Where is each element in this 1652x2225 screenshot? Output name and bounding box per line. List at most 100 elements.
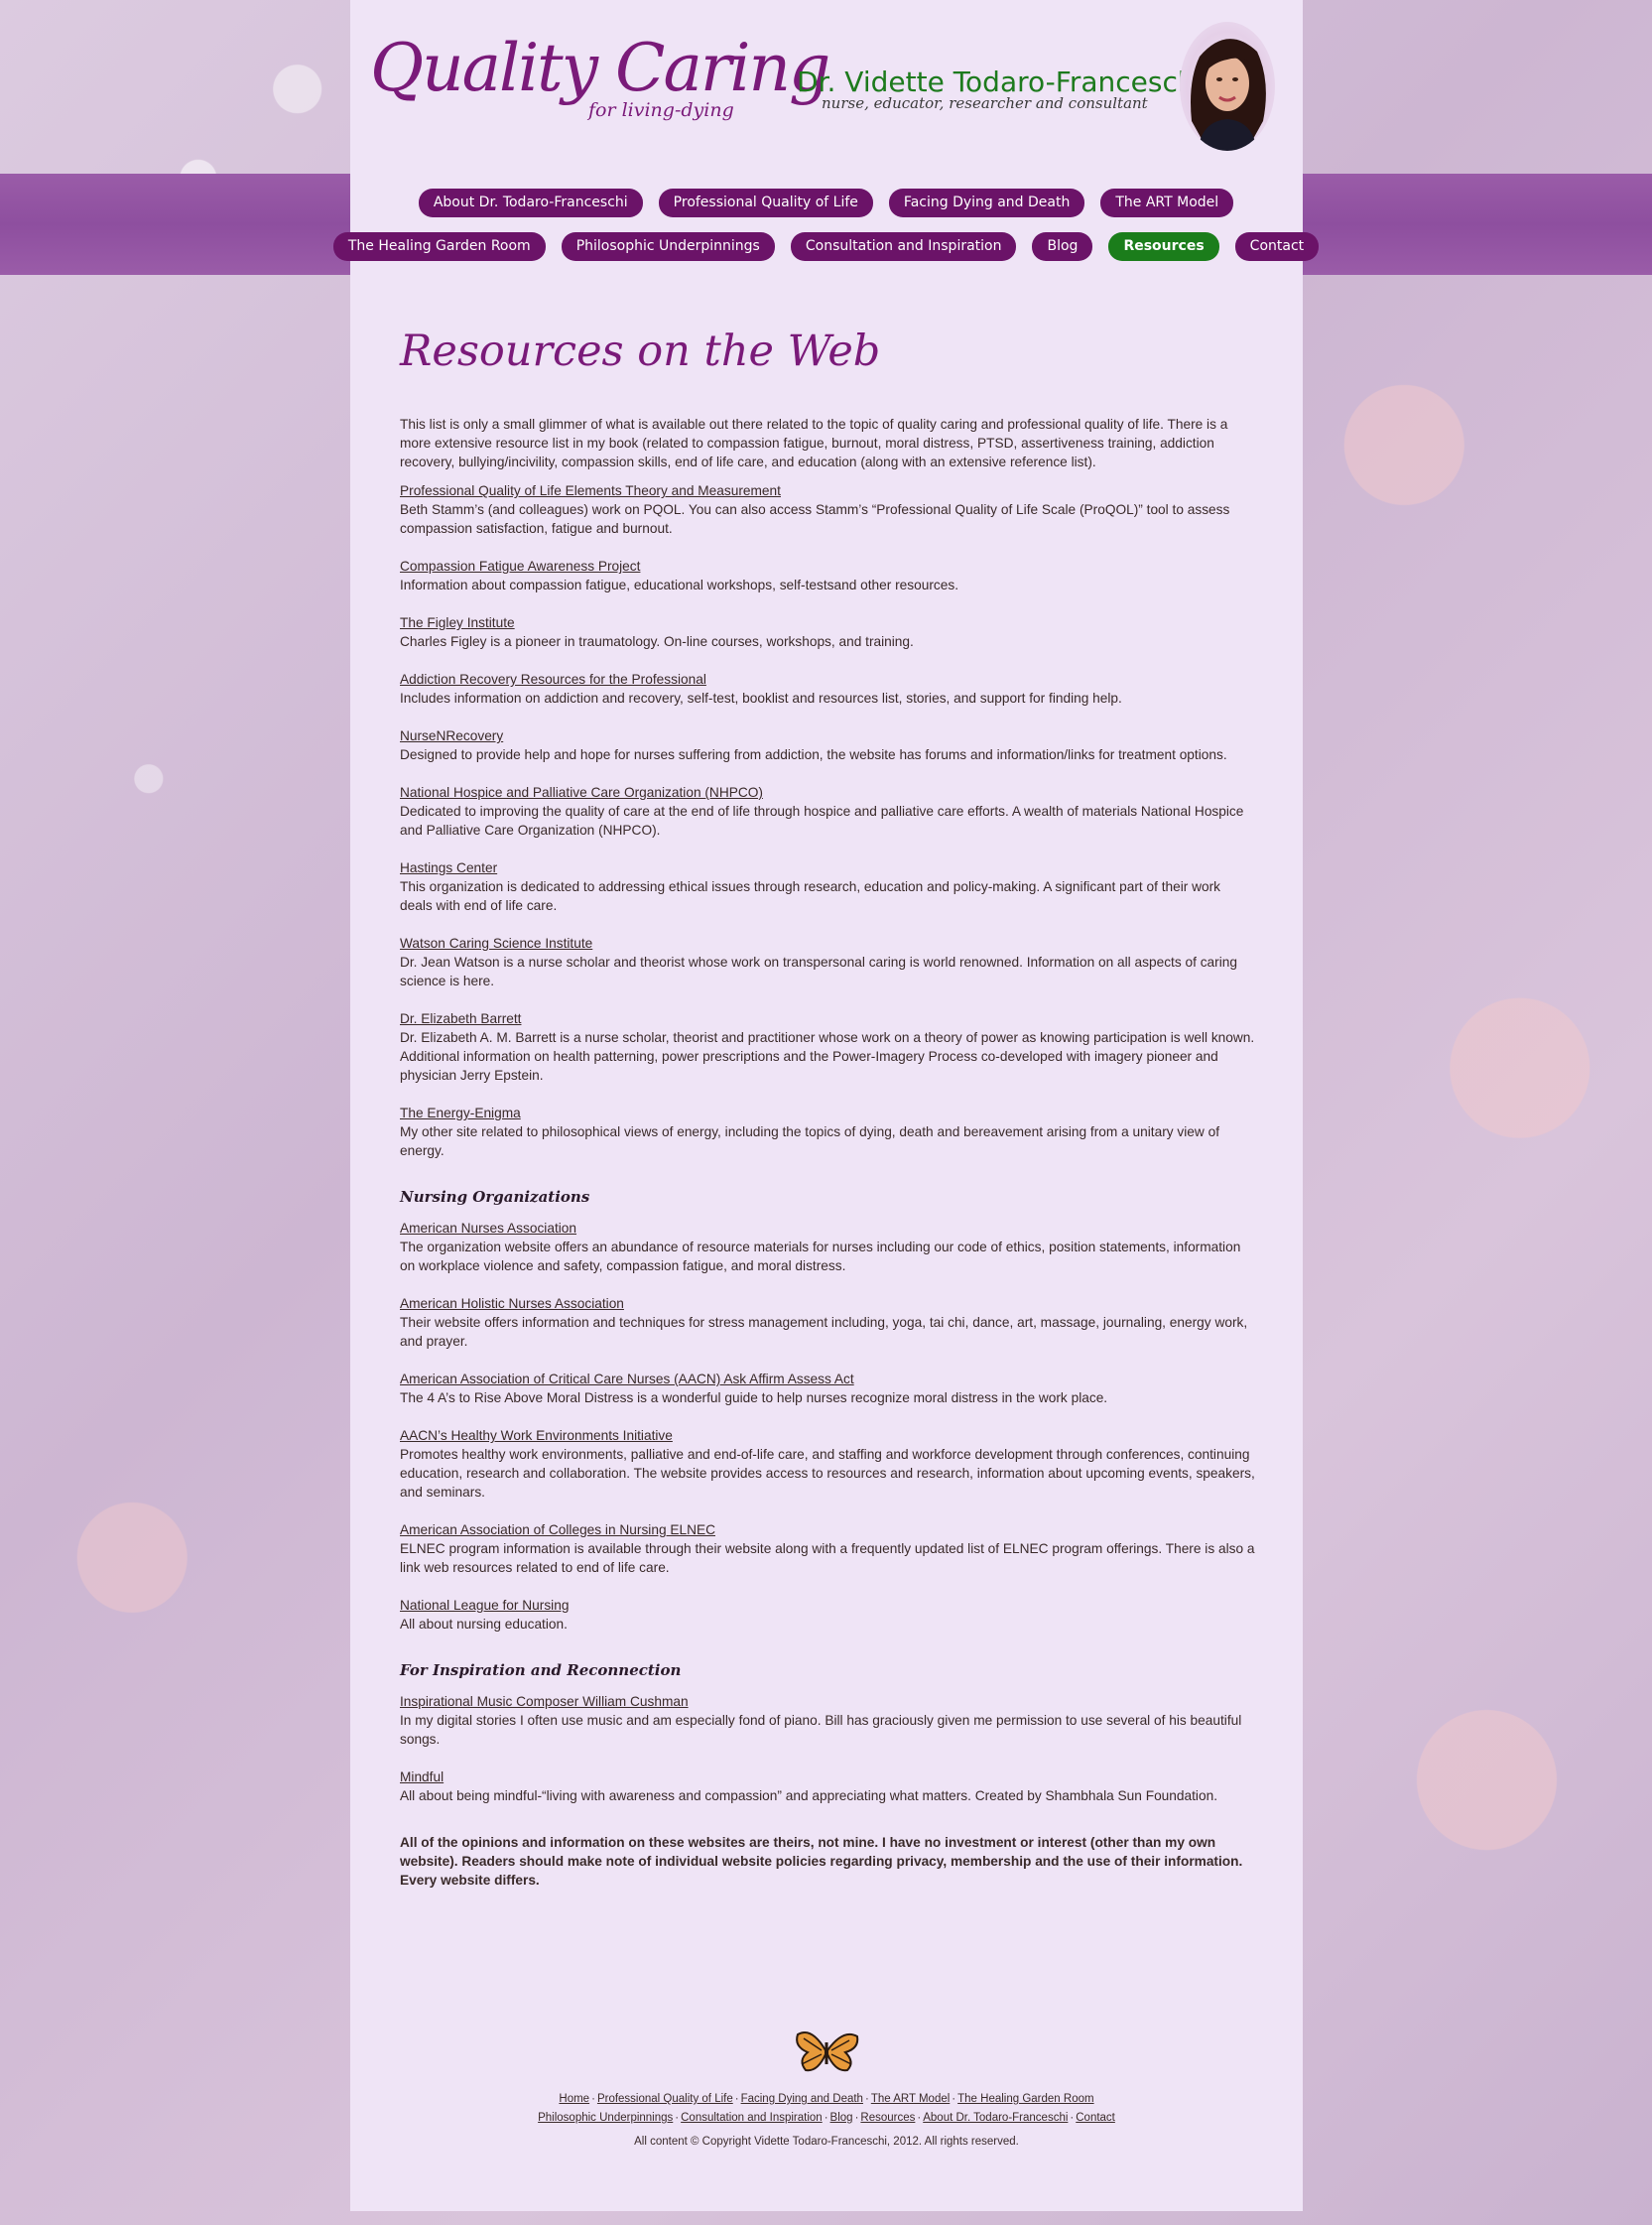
resource-link[interactable]: American Nurses Association [400, 1221, 576, 1236]
resource-link[interactable]: Professional Quality of Life Elements Th… [400, 483, 781, 498]
footer-link-consultation-and-inspiration[interactable]: Consultation and Inspiration [681, 2112, 823, 2124]
list-item: Mindful All about being mindful-“living w… [400, 1767, 1255, 1805]
footer-link-philosophic-underpinnings[interactable]: Philosophic Underpinnings [538, 2112, 673, 2124]
resource-link[interactable]: American Holistic Nurses Association [400, 1296, 624, 1311]
resource-description: Dedicated to improving the quality of ca… [400, 804, 1244, 838]
resource-description: The organization website offers an abund… [400, 1240, 1241, 1273]
footer-separator: · [591, 2093, 595, 2105]
footer-separator: · [1070, 2112, 1075, 2124]
footer-separator: · [864, 2093, 869, 2105]
resource-description: Includes information on addiction and re… [400, 691, 1122, 706]
resource-link[interactable]: National League for Nursing [400, 1598, 569, 1613]
list-item: American Nurses Association The organizat… [400, 1219, 1255, 1275]
resource-link[interactable]: National Hospice and Palliative Care Org… [400, 785, 763, 800]
resource-link[interactable]: Hastings Center [400, 860, 497, 875]
resource-description: This organization is dedicated to addres… [400, 879, 1221, 913]
footer-link-resources[interactable]: Resources [860, 2112, 915, 2124]
resource-link[interactable]: American Association of Critical Care Nu… [400, 1372, 854, 1386]
footer-link-about[interactable]: About Dr. Todaro-Franceschi [923, 2112, 1068, 2124]
resource-link[interactable]: Inspirational Music Composer William Cus… [400, 1694, 689, 1709]
footer-link-blog[interactable]: Blog [830, 2112, 853, 2124]
resource-description: All about being mindful-“living with awa… [400, 1788, 1217, 1803]
nav-philosophic-underpinnings[interactable]: Philosophic Underpinnings [561, 232, 775, 261]
footer-separator: · [917, 2112, 922, 2124]
footer-link-healing-garden-room[interactable]: The Healing Garden Room [957, 2093, 1093, 2105]
list-item: NurseNRecovery Designed to provide help a… [400, 726, 1255, 764]
resource-list: Professional Quality of Life Elements Th… [400, 481, 1255, 1160]
site-logo-title[interactable]: Quality Caring [370, 30, 830, 106]
resource-link[interactable]: Watson Caring Science Institute [400, 936, 592, 951]
resource-link[interactable]: AACN’s Healthy Work Environments Initiat… [400, 1428, 673, 1443]
resource-description: Beth Stamm’s (and colleagues) work on PQ… [400, 502, 1230, 536]
list-item: AACN’s Healthy Work Environments Initiat… [400, 1426, 1255, 1502]
footer-link-facing-dying-and-death[interactable]: Facing Dying and Death [741, 2093, 863, 2105]
list-item: Inspirational Music Composer William Cus… [400, 1692, 1255, 1749]
resource-link[interactable]: American Association of Colleges in Nurs… [400, 1522, 715, 1537]
list-item: American Holistic Nurses Association Thei… [400, 1294, 1255, 1351]
resource-description: Their website offers information and tec… [400, 1315, 1248, 1349]
section-title-inspiration: For Inspiration and Reconnection [400, 1661, 682, 1679]
nav-facing-dying-and-death[interactable]: Facing Dying and Death [888, 189, 1085, 217]
footer-link-art-model[interactable]: The ART Model [871, 2093, 950, 2105]
avatar [1180, 22, 1275, 151]
resource-description: ELNEC program information is available t… [400, 1541, 1255, 1575]
list-item: Addiction Recovery Resources for the Pro… [400, 670, 1255, 708]
site-logo-tagline: for living-dying [588, 99, 734, 121]
resource-link[interactable]: Addiction Recovery Resources for the Pro… [400, 672, 706, 687]
intro-text: This list is only a small glimmer of wha… [400, 417, 1228, 469]
footer-link-professional-quality-of-life[interactable]: Professional Quality of Life [597, 2093, 733, 2105]
footer-separator: · [854, 2112, 859, 2124]
list-item: Dr. Elizabeth Barrett Dr. Elizabeth A. M.… [400, 1009, 1255, 1085]
site-footer: Home · Professional Quality of Life · Facing… [350, 2025, 1303, 2148]
nav-blog[interactable]: Blog [1032, 232, 1093, 261]
disclaimer-text: All of the opinions and information on t… [400, 1835, 1243, 1888]
list-item: Watson Caring Science Institute Dr. Jean … [400, 934, 1255, 990]
copyright-text: All content © Copyright Vidette Todaro-F… [634, 2136, 1019, 2148]
list-item: Professional Quality of Life Elements Th… [400, 481, 1255, 538]
resource-description: Designed to provide help and hope for nu… [400, 747, 1227, 762]
main-nav-row-2: The Healing Garden Room Philosophic Under… [0, 232, 1652, 261]
resource-description: The 4 A’s to Rise Above Moral Distress i… [400, 1390, 1108, 1405]
nav-resources[interactable]: Resources [1108, 232, 1219, 261]
list-item: American Association of Colleges in Nurs… [400, 1520, 1255, 1577]
list-item: The Energy-Enigma My other site related t… [400, 1104, 1255, 1160]
footer-links-row-2: Philosophic Underpinnings · Consultation a… [350, 2109, 1303, 2128]
resource-description: Promotes healthy work environments, pall… [400, 1447, 1255, 1500]
footer-link-home[interactable]: Home [559, 2093, 589, 2105]
page-title: Resources on the Web [400, 327, 881, 376]
list-item: National Hospice and Palliative Care Org… [400, 783, 1255, 840]
footer-link-contact[interactable]: Contact [1076, 2112, 1115, 2124]
resource-link[interactable]: Mindful [400, 1769, 444, 1784]
resource-link[interactable]: NurseNRecovery [400, 728, 503, 743]
list-item: American Association of Critical Care Nu… [400, 1370, 1255, 1407]
main-nav-row-1: About Dr. Todaro-Franceschi Professional … [0, 189, 1652, 217]
nav-professional-quality-of-life[interactable]: Professional Quality of Life [658, 189, 873, 217]
nav-healing-garden-room[interactable]: The Healing Garden Room [332, 232, 546, 261]
resource-link[interactable]: Compassion Fatigue Awareness Project [400, 559, 640, 574]
resource-link[interactable]: Dr. Elizabeth Barrett [400, 1011, 521, 1026]
site-header: Quality Caring for living-dying Dr. Vide… [350, 0, 1303, 174]
resource-description: Dr. Elizabeth A. M. Barrett is a nurse s… [400, 1030, 1255, 1083]
butterfly-icon [796, 2031, 859, 2072]
inspiration-list: Inspirational Music Composer William Cus… [400, 1692, 1255, 1805]
nav-contact[interactable]: Contact [1234, 232, 1320, 261]
list-item: Hastings Center This organization is dedi… [400, 858, 1255, 915]
portrait-photo-icon [1191, 39, 1266, 151]
resource-description: Dr. Jean Watson is a nurse scholar and t… [400, 955, 1237, 988]
nav-about[interactable]: About Dr. Todaro-Franceschi [418, 189, 643, 217]
nav-art-model[interactable]: The ART Model [1100, 189, 1234, 217]
footer-separator: · [734, 2093, 739, 2105]
list-item: National League for Nursing All about nur… [400, 1596, 1255, 1634]
list-item: The Figley Institute Charles Figley is a … [400, 613, 1255, 651]
resource-link[interactable]: The Energy-Enigma [400, 1106, 521, 1120]
resource-description: All about nursing education. [400, 1617, 568, 1632]
footer-separator: · [675, 2112, 680, 2124]
nav-consultation-and-inspiration[interactable]: Consultation and Inspiration [790, 232, 1017, 261]
resource-link[interactable]: The Figley Institute [400, 615, 515, 630]
footer-links-row-1: Home · Professional Quality of Life · Facing… [350, 2090, 1303, 2109]
resource-description: My other site related to philosophical v… [400, 1124, 1220, 1158]
footer-separator: · [824, 2112, 828, 2124]
resource-description: In my digital stories I often use music … [400, 1713, 1242, 1747]
resource-description: Charles Figley is a pioneer in traumatol… [400, 634, 914, 649]
main-content: Resources on the Web This list is only a… [400, 318, 1255, 1903]
